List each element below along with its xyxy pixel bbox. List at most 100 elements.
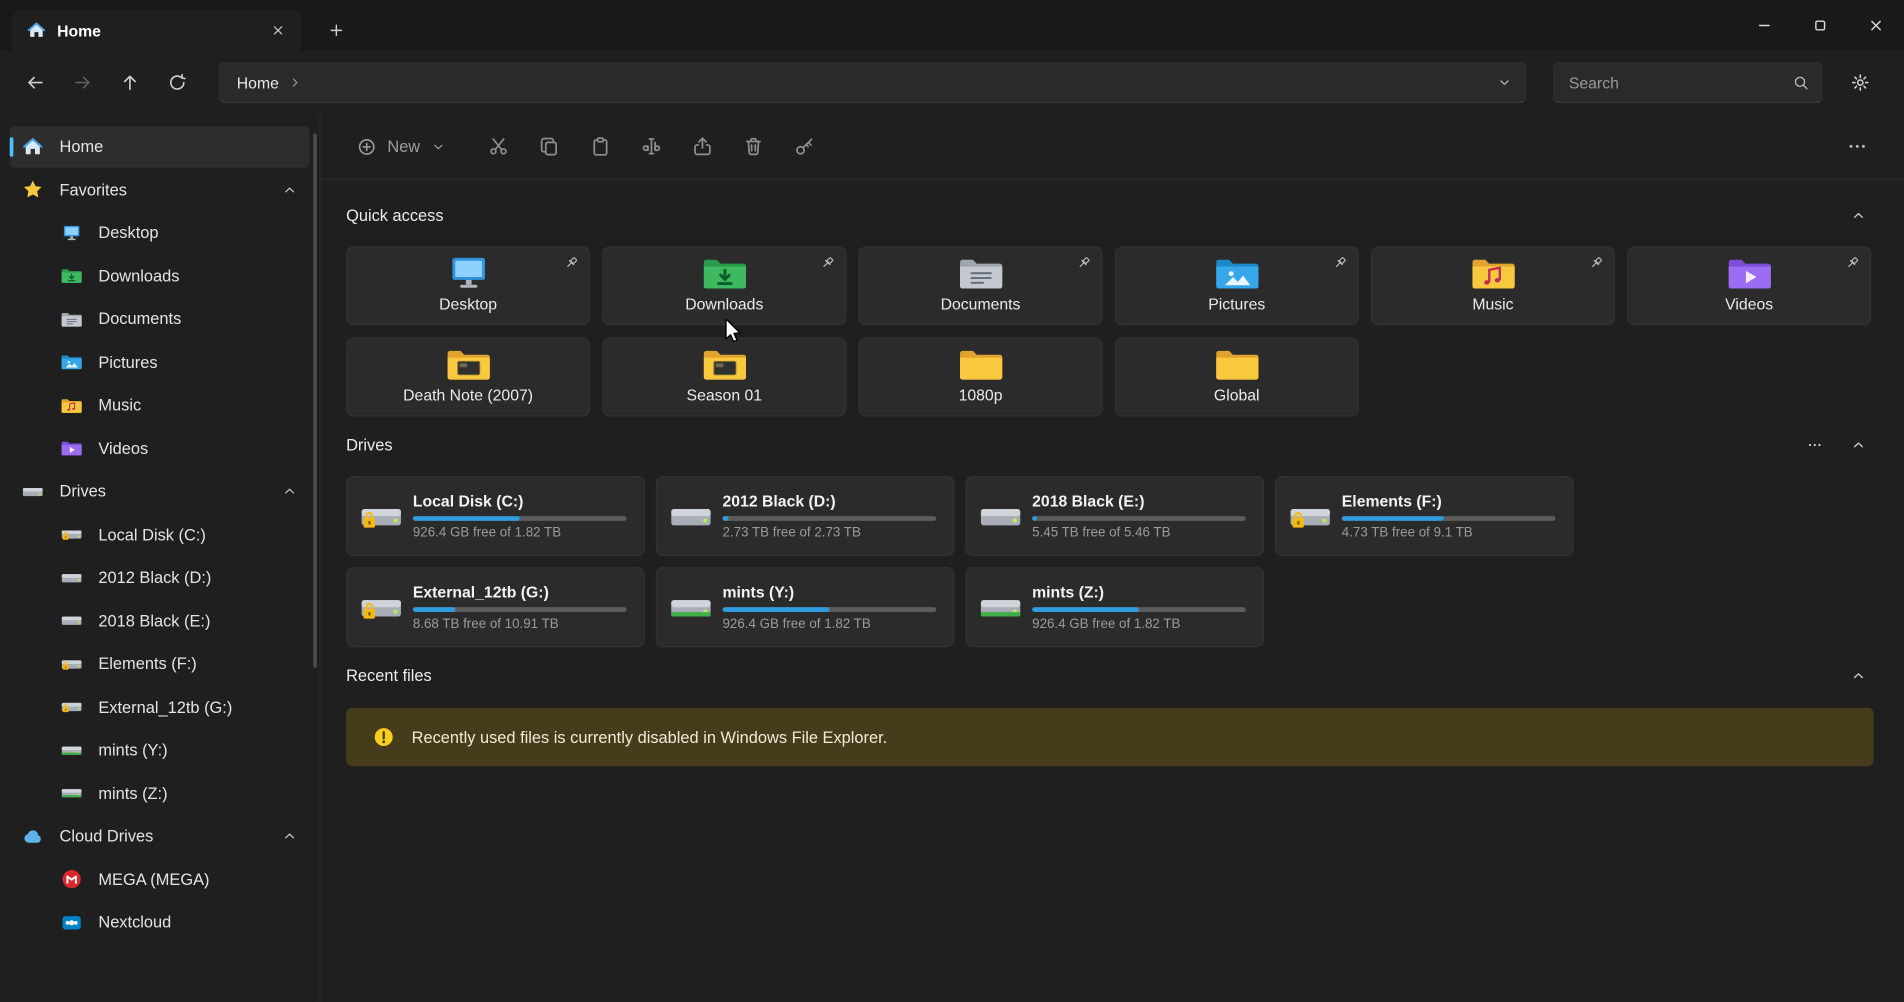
sidebar-item-nextcloud[interactable]: Nextcloud [10,902,310,943]
address-dropdown-button[interactable] [1489,67,1521,99]
new-tab-button[interactable] [321,15,353,47]
key-button[interactable] [781,124,827,168]
drive-card-mints-y[interactable]: mints (Y:)926.4 GB free of 1.82 TB [656,567,955,647]
quick-access-card-season-01[interactable]: Season 01 [602,338,846,417]
quick-access-card-documents[interactable]: Documents [858,246,1102,325]
sidebar-item-drives[interactable]: Drives [10,471,310,512]
paste-button[interactable] [577,124,623,168]
sidebar-item-mega-mega[interactable]: MEGA (MEGA) [10,858,310,899]
sidebar-item-mints-y[interactable]: mints (Y:) [10,729,310,770]
sidebar-item-local-disk-c[interactable]: Local Disk (C:) [10,514,310,555]
sidebar-item-label: Nextcloud [98,913,171,931]
folder-icon [957,346,1003,382]
drive-info: mints (Z:)926.4 GB free of 1.82 TB [1032,583,1246,632]
drive-green-icon [61,739,83,761]
sidebar-item-label: Elements (F:) [98,654,196,672]
recent-files-collapse-button[interactable] [1842,659,1874,691]
search-placeholder: Search [1569,73,1792,91]
back-button[interactable] [15,62,56,103]
new-icon [357,137,376,156]
sidebar-scrollbar[interactable] [313,134,317,668]
drive-lock-icon [61,696,83,718]
sidebar-item-music[interactable]: Music [10,384,310,425]
documents-icon [61,308,83,330]
sidebar: HomeFavoritesDesktopDownloads Documents Pi… [0,114,321,1002]
sidebar-item-videos[interactable]: Videos [10,427,310,468]
close-button[interactable] [1848,0,1904,51]
search-box[interactable]: Search [1553,62,1823,103]
drives-grid: Local Disk (C:)926.4 GB free of 1.82 TB2… [346,476,1874,647]
see-more-button[interactable] [1834,124,1880,168]
drive-green-icon [979,591,1023,624]
drive-lock-icon [359,591,403,624]
drive-name: 2012 Black (D:) [722,492,936,510]
sidebar-item-elements-f[interactable]: Elements (F:) [10,643,310,684]
copy-button[interactable] [526,124,572,168]
more-icon [1806,437,1822,453]
quick-access-card-death-note-2007[interactable]: Death Note (2007) [346,338,590,417]
delete-button[interactable] [730,124,776,168]
recent-files-header: Recent files [346,659,1874,691]
quick-access-card-global[interactable]: Global [1115,338,1359,417]
sidebar-item-2018-black-e[interactable]: 2018 Black (E:) [10,600,310,641]
share-button[interactable] [679,124,725,168]
drive-card-2012-black-d[interactable]: 2012 Black (D:)2.73 TB free of 2.73 TB [656,476,955,556]
drive-usage-fill [1032,607,1139,612]
minimize-button[interactable] [1736,0,1792,51]
sidebar-item-external-12tb-g[interactable]: External_12tb (G:) [10,686,310,727]
drive-usage-bar [1032,607,1246,612]
sidebar-item-downloads[interactable]: Downloads [10,255,310,296]
rename-button[interactable] [628,124,674,168]
sidebar-nav: HomeFavoritesDesktopDownloads Documents Pi… [0,126,319,943]
sidebar-item-label: Drives [59,482,105,500]
drive-name: External_12tb (G:) [413,583,627,601]
drive-card-mints-z[interactable]: mints (Z:)926.4 GB free of 1.82 TB [965,567,1264,647]
sidebar-item-pictures[interactable]: Pictures [10,341,310,382]
sidebar-item-label: Local Disk (C:) [98,525,205,543]
share-icon [692,136,713,157]
drive-usage-bar [1032,516,1246,521]
refresh-button[interactable] [157,62,198,103]
up-button[interactable] [109,62,150,103]
sidebar-item-2012-black-d[interactable]: 2012 Black (D:) [10,557,310,598]
breadcrumb-home[interactable]: Home [237,73,279,91]
quick-access-card-music[interactable]: Music [1371,246,1615,325]
quick-access-card-videos[interactable]: Videos [1627,246,1871,325]
quick-access-card-1080p[interactable]: 1080p [858,338,1102,417]
quick-access-card-pictures[interactable]: Pictures [1115,246,1359,325]
sidebar-item-label: 2018 Black (E:) [98,611,210,629]
key-icon [794,136,815,157]
settings-button[interactable] [1840,62,1881,103]
chevron-down-icon [431,139,446,154]
quick-access-card-downloads[interactable]: Downloads [602,246,846,325]
sidebar-item-cloud-drives[interactable]: Cloud Drives [10,815,310,856]
sidebar-item-favorites[interactable]: Favorites [10,169,310,210]
drives-collapse-button[interactable] [1842,429,1874,461]
quick-access-collapse-button[interactable] [1842,199,1874,231]
drives-see-more-button[interactable] [1798,429,1830,461]
drive-card-2018-black-e[interactable]: 2018 Black (E:)5.45 TB free of 5.46 TB [965,476,1264,556]
home-icon [22,135,44,157]
sidebar-item-documents[interactable]: Documents [10,298,310,339]
new-button[interactable]: New [345,128,458,164]
explorer-tab[interactable]: Home [12,10,301,51]
sidebar-item-mints-z[interactable]: mints (Z:) [10,772,310,813]
minimize-icon [1756,17,1773,34]
folder-media-icon [701,346,747,382]
sidebar-item-desktop[interactable]: Desktop [10,212,310,253]
drive-usage-bar [413,516,627,521]
cut-button[interactable] [475,124,521,168]
quick-access-card-desktop[interactable]: Desktop [346,246,590,325]
tab-close-button[interactable] [262,15,294,47]
drive-icon [61,610,83,632]
drive-name: Local Disk (C:) [413,492,627,510]
address-bar[interactable]: Home [219,62,1527,103]
maximize-button[interactable] [1792,0,1848,51]
drive-card-elements-f[interactable]: Elements (F:)4.73 TB free of 9.1 TB [1275,476,1574,556]
drive-card-local-disk-c[interactable]: Local Disk (C:)926.4 GB free of 1.82 TB [346,476,645,556]
forward-button[interactable] [62,62,103,103]
drive-card-external-12tb-g[interactable]: External_12tb (G:)8.68 TB free of 10.91 … [346,567,645,647]
drive-icon [61,566,83,588]
sidebar-item-label: Documents [98,310,181,328]
sidebar-item-home[interactable]: Home [10,126,310,167]
